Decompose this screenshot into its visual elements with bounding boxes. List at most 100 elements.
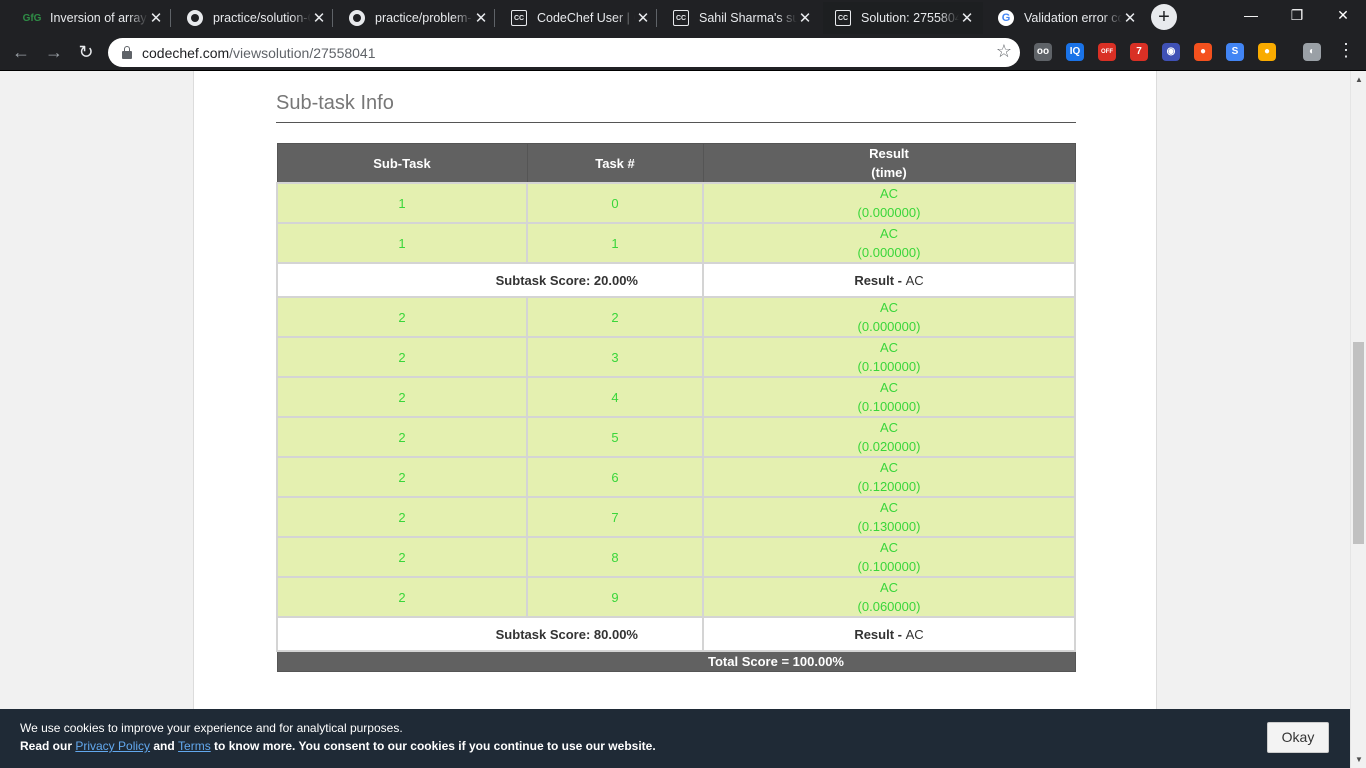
- task-cell: 5: [526, 416, 704, 458]
- table-row: 2 4 AC (0.100000): [276, 376, 1076, 418]
- iq-icon[interactable]: IQ: [1066, 43, 1084, 61]
- total-score: Total Score = 100.00%: [276, 650, 1076, 672]
- camera-icon[interactable]: ●: [1194, 43, 1212, 61]
- eye-icon[interactable]: ◉: [1162, 43, 1180, 61]
- tab-strip: GfG Inversion of array | ✕ practice/soluti…: [0, 0, 1366, 34]
- subtask-score: Subtask Score: 80.00%: [276, 616, 704, 652]
- result-cell: AC (0.000000): [702, 222, 1076, 264]
- result-status: AC: [879, 340, 899, 355]
- tab-close-icon[interactable]: ✕: [473, 9, 489, 27]
- result-time: (0.100000): [857, 399, 921, 414]
- codechef-icon: CC: [511, 10, 527, 26]
- minimize-icon[interactable]: —: [1228, 0, 1274, 30]
- result-status: AC: [879, 580, 899, 595]
- okay-button[interactable]: Okay: [1267, 722, 1329, 753]
- subtask-result: Result - AC: [702, 616, 1076, 652]
- result-time: (0.000000): [857, 205, 921, 220]
- subtask-cell: 1: [276, 182, 528, 224]
- result-cell: AC (0.000000): [702, 296, 1076, 338]
- page-scrollbar[interactable]: ▲ ▼: [1350, 71, 1366, 768]
- browser-tab[interactable]: practice/solution-C ✕: [175, 2, 335, 34]
- result-status: AC: [879, 186, 899, 201]
- lock-icon[interactable]: [122, 45, 132, 59]
- table-row: 2 5 AC (0.020000): [276, 416, 1076, 458]
- codechef-icon: CC: [673, 10, 689, 26]
- tab-close-icon[interactable]: ✕: [635, 9, 651, 27]
- subtask-cell: 2: [276, 376, 528, 418]
- subtask-cell: 2: [276, 456, 528, 498]
- browser-tab[interactable]: CC Sahil Sharma's sub ✕: [661, 2, 821, 34]
- result-cell: AC (0.130000): [702, 496, 1076, 538]
- content-card: Sub-task Info Sub-Task Task # Result (tim…: [193, 71, 1157, 768]
- tab-close-icon[interactable]: ✕: [311, 9, 327, 27]
- window-close-icon[interactable]: ✕: [1320, 0, 1366, 30]
- header-subtask: Sub-Task: [276, 143, 528, 184]
- cookie-consent-text: Read our Privacy Policy and Terms to kno…: [20, 739, 656, 753]
- table-row: 1 0 AC (0.000000): [276, 182, 1076, 224]
- tab-close-icon[interactable]: ✕: [797, 9, 813, 27]
- privacy-policy-link[interactable]: Privacy Policy: [75, 739, 150, 753]
- result-status: AC: [879, 226, 899, 241]
- section-title: Sub-task Info: [276, 92, 394, 114]
- tab-close-icon[interactable]: ✕: [148, 9, 164, 27]
- table-header-row: Sub-Task Task # Result (time): [276, 143, 1076, 184]
- browser-tab[interactable]: CC Solution: 2755804 ✕: [823, 2, 983, 34]
- result-time: (0.130000): [857, 519, 921, 534]
- result-time: (0.060000): [857, 599, 921, 614]
- page-viewport: Sub-task Info Sub-Task Task # Result (tim…: [0, 71, 1350, 768]
- tab-close-icon[interactable]: ✕: [1122, 9, 1138, 27]
- url-text[interactable]: codechef.com/viewsolution/27558041: [142, 45, 376, 61]
- subtask-cell: 1: [276, 222, 528, 264]
- browser-tab[interactable]: CC CodeChef User | C ✕: [499, 2, 659, 34]
- browser-menu-icon[interactable]: ⋮: [1337, 40, 1355, 61]
- result-time: (0.100000): [857, 359, 921, 374]
- reload-icon[interactable]: ↻: [74, 40, 98, 64]
- cookie-icon[interactable]: ●: [1258, 43, 1276, 61]
- header-task: Task #: [526, 143, 704, 184]
- task-cell: 2: [526, 296, 704, 338]
- scroll-down-arrow-icon[interactable]: ▼: [1355, 755, 1363, 764]
- tab-title: Inversion of array |: [50, 11, 148, 25]
- s-icon[interactable]: S: [1226, 43, 1244, 61]
- subtask-result: Result - AC: [702, 262, 1076, 298]
- browser-tab[interactable]: GfG Inversion of array | ✕: [12, 2, 172, 34]
- off-badge-icon[interactable]: OFF: [1098, 43, 1116, 61]
- restore-icon[interactable]: ❐: [1274, 0, 1320, 30]
- new-tab-button[interactable]: +: [1151, 4, 1177, 30]
- result-time: (0.100000): [857, 559, 921, 574]
- browser-tab[interactable]: G Validation error co ✕: [986, 2, 1146, 34]
- bookmark-star-icon[interactable]: ☆: [996, 41, 1012, 62]
- scroll-up-arrow-icon[interactable]: ▲: [1355, 75, 1363, 84]
- profile-icon[interactable]: ◐: [1303, 43, 1321, 61]
- subtask-cell: 2: [276, 296, 528, 338]
- address-bar[interactable]: codechef.com/viewsolution/27558041 ☆: [108, 38, 1020, 67]
- subtask-cell: 2: [276, 496, 528, 538]
- tab-title: Sahil Sharma's sub: [699, 11, 797, 25]
- tab-title: practice/solution-C: [213, 11, 311, 25]
- github-icon: [349, 10, 365, 26]
- result-status: AC: [879, 380, 899, 395]
- result-time: (0.020000): [857, 439, 921, 454]
- tab-close-icon[interactable]: ✕: [959, 9, 975, 27]
- browser-tab[interactable]: practice/problem- ✕: [337, 2, 497, 34]
- result-cell: AC (0.100000): [702, 376, 1076, 418]
- scrollbar-thumb[interactable]: [1353, 342, 1364, 544]
- notification-icon[interactable]: 7: [1130, 43, 1148, 61]
- result-cell: AC (0.000000): [702, 182, 1076, 224]
- table-row: 2 9 AC (0.060000): [276, 576, 1076, 618]
- task-cell: 3: [526, 336, 704, 378]
- back-icon[interactable]: ←: [9, 40, 33, 64]
- tab-separator: [332, 9, 333, 27]
- title-divider: [276, 122, 1076, 123]
- forward-icon[interactable]: →: [42, 40, 66, 64]
- codechef-icon: CC: [835, 10, 851, 26]
- subtask-score: Subtask Score: 20.00%: [276, 262, 704, 298]
- result-time: (0.120000): [857, 479, 921, 494]
- cookie-banner: We use cookies to improve your experienc…: [0, 709, 1350, 768]
- task-cell: 9: [526, 576, 704, 618]
- tab-separator: [656, 9, 657, 27]
- result-time: (0.000000): [857, 245, 921, 260]
- result-status: AC: [879, 540, 899, 555]
- terms-link[interactable]: Terms: [178, 739, 211, 753]
- extension-icon[interactable]: oo: [1034, 43, 1052, 61]
